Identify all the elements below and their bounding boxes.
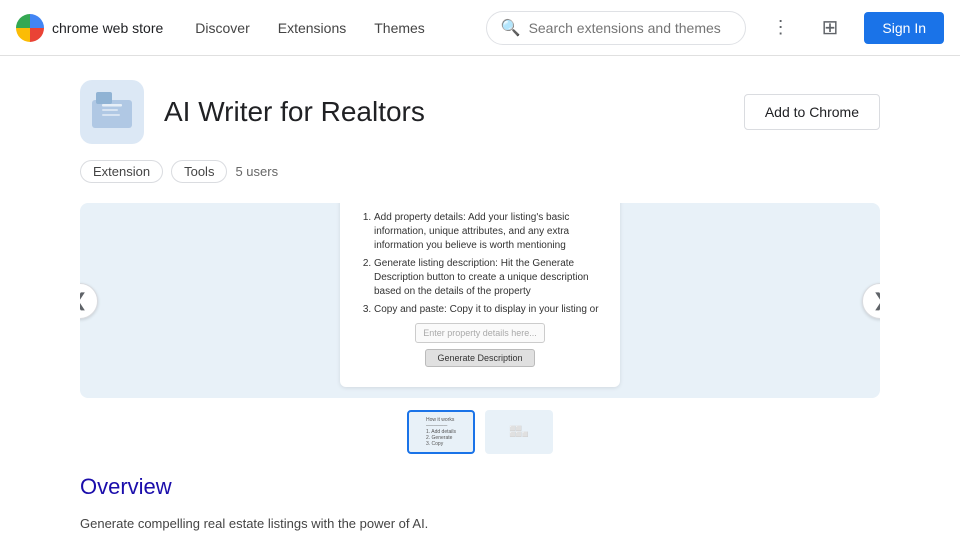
carousel-card: How it works Add property details: Add y…: [340, 203, 620, 387]
arrow-right-icon: ❯: [872, 290, 880, 311]
thumbnail-1[interactable]: How it works──────1. Add details2. Gener…: [407, 410, 475, 454]
overview-title: Overview: [80, 474, 880, 500]
arrow-left-icon: ❮: [80, 290, 88, 311]
signin-button[interactable]: Sign In: [864, 12, 944, 44]
brand-name: chrome web store: [52, 20, 163, 36]
step-1: Add property details: Add your listing's…: [374, 211, 600, 253]
chrome-logo-icon: [16, 14, 44, 42]
nav-themes[interactable]: Themes: [362, 14, 437, 42]
thumb1-inner: How it works──────1. Add details2. Gener…: [409, 412, 473, 452]
thumbnail-2[interactable]: ⬜⬜⬜⬜⬜: [485, 410, 553, 454]
thumb1-preview: How it works──────1. Add details2. Gener…: [423, 414, 459, 450]
step-3: Copy and paste: Copy it to display in yo…: [374, 303, 600, 317]
overview-para1: Generate compelling real estate listings…: [80, 514, 880, 535]
tags-row: Extension Tools 5 users: [80, 160, 880, 183]
search-icon: 🔍: [501, 18, 521, 38]
carousel-content: How it works Add property details: Add y…: [320, 203, 640, 398]
tag-extension[interactable]: Extension: [80, 160, 163, 183]
thumb2-preview: ⬜⬜⬜⬜⬜: [510, 426, 529, 438]
extension-title: AI Writer for Realtors: [164, 96, 425, 128]
grid-icon: ⊞: [822, 15, 839, 40]
thumb2-inner: ⬜⬜⬜⬜⬜: [487, 412, 551, 452]
extension-header: AI Writer for Realtors Add to Chrome: [80, 80, 880, 144]
extension-icon: [80, 80, 144, 144]
step-2: Generate listing description: Hit the Ge…: [374, 257, 600, 299]
carousel-steps: Add property details: Add your listing's…: [360, 211, 600, 317]
apps-grid-button[interactable]: ⊞: [816, 9, 845, 46]
nav-links: Discover Extensions Themes: [183, 14, 437, 42]
carousel-next-button[interactable]: ❯: [862, 283, 880, 319]
input-mock: Enter property details here...: [415, 323, 545, 343]
search-bar[interactable]: 🔍: [486, 11, 746, 45]
nav-discover[interactable]: Discover: [183, 14, 261, 42]
brand[interactable]: chrome web store: [16, 14, 163, 42]
carousel-prev-button[interactable]: ❮: [80, 283, 98, 319]
search-input[interactable]: [529, 20, 731, 36]
btn-mock: Generate Description: [425, 349, 535, 367]
carousel: ❮ How it works Add property details: Add…: [80, 203, 880, 454]
add-button-wrap: Add to Chrome: [744, 94, 880, 130]
more-vert-icon: ⋮: [772, 17, 790, 38]
main-content: AI Writer for Realtors Add to Chrome Ext…: [0, 56, 960, 540]
overview-section: Overview Generate compelling real estate…: [80, 474, 880, 540]
add-to-chrome-button[interactable]: Add to Chrome: [744, 94, 880, 130]
carousel-main: ❮ How it works Add property details: Add…: [80, 203, 880, 398]
tag-tools[interactable]: Tools: [171, 160, 227, 183]
more-options-button[interactable]: ⋮: [766, 11, 796, 44]
topnav: chrome web store Discover Extensions The…: [0, 0, 960, 56]
nav-extensions[interactable]: Extensions: [266, 14, 358, 42]
carousel-thumbnails: How it works──────1. Add details2. Gener…: [80, 410, 880, 454]
users-count: 5 users: [235, 164, 278, 179]
